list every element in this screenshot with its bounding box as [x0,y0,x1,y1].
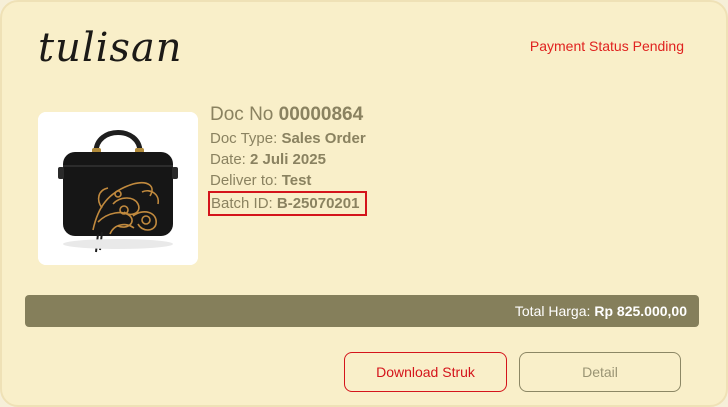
handbag-image [38,112,198,265]
brand-logo-graphic: tulisan [38,25,183,71]
doc-number-label: Doc No [210,104,274,125]
total-price-bar: Total Harga: Rp 825.000,00 [25,295,699,327]
brand-logo: tulisan [36,24,201,74]
deliver-to-value: Test [281,172,312,189]
batch-id-label: Batch ID: [211,195,273,212]
doc-type-label: Doc Type: [210,130,278,147]
batch-id-value: B-25070201 [276,195,360,212]
total-price-label: Total Harga: [514,303,591,319]
doc-type-value: Sales Order [281,130,366,147]
doc-number: Doc No 00000864 [210,102,510,128]
detail-button[interactable]: Detail [519,352,681,392]
doc-number-value: 00000864 [278,104,364,125]
batch-id-highlight: Batch ID: B-25070201 [208,191,368,216]
order-date-value: 2 Juli 2025 [250,151,326,168]
order-date-label: Date: [210,151,246,168]
payment-status-label: Payment Status Pending [529,38,684,54]
order-card: tulisan Payment Status Pending Doc No 00… [0,0,728,407]
deliver-to-label: Deliver to: [210,172,278,189]
product-image [38,112,198,265]
download-receipt-button[interactable]: Download Struk [344,352,507,392]
batch-id: Batch ID: B-25070201 [208,191,510,216]
doc-type: Doc Type: Sales Order [210,128,510,149]
brand-logo-text: tulisan [38,25,183,71]
order-details: Doc No 00000864 Doc Type: Sales Order Da… [208,102,510,216]
total-price-amount: Rp 825.000,00 [594,303,687,319]
order-date: Date: 2 Juli 2025 [210,149,510,170]
deliver-to: Deliver to: Test [210,170,510,191]
